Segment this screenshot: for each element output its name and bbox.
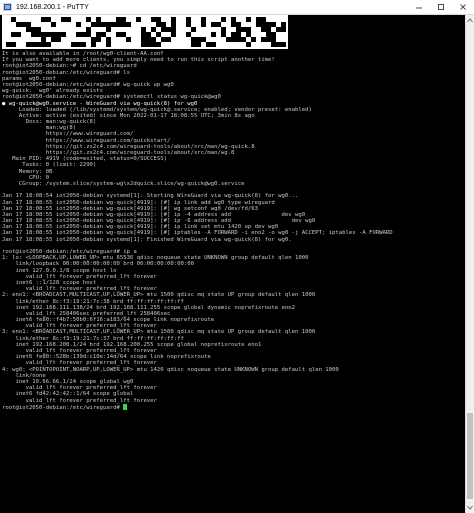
terminal-line-text: If you want to add more clients, you sim… bbox=[2, 57, 275, 64]
terminal-line-text: CGroup: /system.slice/system-wg\x2dquick… bbox=[2, 180, 245, 187]
maximize-icon bbox=[438, 4, 444, 10]
terminal-line-text: root@iot2050-debian:/etc/wireguard# bbox=[2, 404, 124, 411]
minimize-icon bbox=[416, 7, 422, 9]
scroll-down-button[interactable] bbox=[466, 503, 474, 512]
terminal-line-text: valid_lft 258406sec preferred_lft 258406… bbox=[2, 310, 171, 317]
maximize-button[interactable] bbox=[430, 0, 452, 14]
terminal-line-text: valid_lft forever preferred_lft forever bbox=[2, 286, 157, 293]
terminal-line-text: valid_lft forever preferred_lft forever bbox=[2, 397, 157, 404]
terminal-line-text: root@iot2050-debian:/etc/wireguard# ip a bbox=[2, 249, 137, 255]
terminal-line-text: Jan 17 18:08:55 iot2050-debian wg-quick[… bbox=[2, 199, 275, 206]
terminal-line-text: https://www.wireguard.com/quickstart/ bbox=[2, 137, 171, 144]
terminal-line-text: inet6 fe80::f4b7:50b0:6f16:a183/64 scope… bbox=[2, 317, 215, 324]
terminal-line-text: inet 192.168.111.138/24 brd 192.168.111.… bbox=[2, 304, 295, 311]
terminal-line-text: 4: wg0: <POINTOPOINT,NOARP,UP,LOWER_UP> … bbox=[2, 366, 339, 373]
scroll-up-button[interactable] bbox=[466, 16, 474, 25]
terminal-line-text: Main PID: 4919 (code=exited, status=0/SU… bbox=[2, 156, 168, 163]
terminal-line-text: Jan 17 18:08:55 iot2050-debian wg-quick[… bbox=[2, 218, 316, 225]
terminal-line-text: link/ether 8c:f3:19:21:7c:38 brd ff:ff:f… bbox=[2, 298, 184, 305]
vertical-scrollbar[interactable] bbox=[465, 15, 474, 513]
terminal-line-text: valid_lft forever preferred_lft forever bbox=[2, 273, 157, 280]
terminal-line-text: Jan 17 18:08:55 iot2050-debian wg-quick[… bbox=[2, 230, 393, 237]
terminal-line-text: Jan 17 18:08:55 iot2050-debian systemd[1… bbox=[2, 236, 292, 243]
terminal-line-text: Jan 17 18:08:54 iot2050-debian systemd[1… bbox=[2, 193, 299, 200]
terminal-line-text: Loaded: loaded (/lib/systemd/system/wg-q… bbox=[2, 106, 312, 113]
terminal-line-text: link/ether 8c:f3:19:21:7c:37 brd ff:ff:f… bbox=[2, 335, 184, 342]
terminal-line-text: inet 127.0.0.1/8 scope host lo bbox=[2, 267, 117, 274]
putty-app-icon[interactable] bbox=[3, 3, 12, 11]
qr-code-image bbox=[2, 15, 288, 49]
terminal-line-text: root@iot2050-debian:/etc/wireguard# wg-q… bbox=[2, 81, 174, 88]
terminal-output: It is also available in /root/wg0-client… bbox=[2, 51, 465, 411]
terminal-line-text: wg-quick: `wg0' already exists bbox=[2, 88, 104, 95]
terminal-line-text: 3: eno1: <BROADCAST,MULTICAST,UP,LOWER_U… bbox=[2, 329, 316, 336]
terminal-line-text: Active: active (exited) since Mon 2022-0… bbox=[2, 112, 255, 119]
terminal-line-text: inet6 fe80::528b:139d:c10e:14d/64 scope … bbox=[2, 354, 211, 361]
terminal-line-text: Jan 17 18:08:55 iot2050-debian wg-quick[… bbox=[2, 205, 258, 212]
terminal-line-text: inet 10.66.66.1/24 scope global wg0 bbox=[2, 378, 134, 385]
terminal-line-text: root@iot2050-debian:~# cd /etc/wireguard bbox=[2, 63, 137, 70]
terminal-line-text: 2: eno1: <BROADCAST,MULTICAST,UP,LOWER_U… bbox=[2, 292, 316, 299]
terminal-line-text: inet6 fd42:42:42::1/64 scope global bbox=[2, 391, 134, 398]
terminal-line-text: inet6 ::1/128 scope host bbox=[2, 279, 97, 286]
terminal-line-text: valid_lft forever preferred_lft forever bbox=[2, 348, 157, 354]
terminal-line-text: Tasks: 0 (limit: 2290) bbox=[2, 162, 97, 169]
terminal-line-text: https://git.zx2c4.com/wireguard-tools/ab… bbox=[2, 143, 255, 150]
title-bar[interactable]: 192.168.200.1 - PuTTY bbox=[0, 0, 474, 15]
terminal-line-text: ● wg-quick@wg0.service - WireGuard via w… bbox=[2, 100, 198, 107]
terminal-line-text: Memory: 0B bbox=[2, 168, 53, 175]
terminal-line-text: link/loopback 00:00:00:00:00:00 brd 00:0… bbox=[2, 261, 194, 268]
scroll-up-icon bbox=[467, 18, 473, 23]
terminal-line-text: valid_lft forever preferred_lft forever bbox=[2, 323, 157, 330]
terminal-line-text: root@iot2050-debian:/etc/wireguard# ls bbox=[2, 69, 130, 76]
terminal-line: root@iot2050-debian:/etc/wireguard# bbox=[2, 403, 465, 411]
terminal-line-text: inet 192.168.200.1/24 brd 192.168.200.25… bbox=[2, 341, 262, 348]
terminal-line-text: valid_lft forever preferred_lft forever bbox=[2, 385, 157, 392]
putty-window: 192.168.200.1 - PuTTY It is also availab… bbox=[0, 0, 474, 513]
terminal-cursor bbox=[123, 403, 128, 410]
terminal-line-text: https://www.wireguard.com/ bbox=[2, 131, 134, 138]
close-button[interactable] bbox=[452, 0, 474, 14]
terminal-line-text: root@iot2050-debian:/etc/wireguard# syst… bbox=[2, 94, 221, 101]
terminal-line-text: valid_lft forever preferred_lft forever bbox=[2, 360, 157, 367]
terminal-line-text: 1: lo: <LOOPBACK,UP,LOWER_UP> mtu 65536 … bbox=[2, 255, 309, 262]
terminal-line-text: Jan 17 18:08:55 iot2050-debian wg-quick[… bbox=[2, 211, 306, 218]
terminal-line-text: link/none bbox=[2, 372, 46, 379]
minimize-button[interactable] bbox=[408, 0, 430, 14]
scroll-down-icon bbox=[467, 505, 473, 510]
terminal-line-text: It is also available in /root/wg0-client… bbox=[2, 51, 164, 57]
close-icon bbox=[460, 4, 466, 10]
terminal-line-text: man:wg(8) bbox=[2, 125, 77, 132]
terminal-line-text: CPU: 0 bbox=[2, 174, 50, 181]
window-title: 192.168.200.1 - PuTTY bbox=[16, 3, 89, 11]
terminal-area[interactable]: It is also available in /root/wg0-client… bbox=[0, 15, 465, 513]
terminal-line-text: params wg0.conf bbox=[2, 75, 56, 82]
scroll-thumb[interactable] bbox=[467, 413, 473, 499]
terminal-line-text: https://git.zx2c4.com/wireguard-tools/ab… bbox=[2, 150, 235, 156]
terminal-line-text: Jan 17 18:08:55 iot2050-debian wg-quick[… bbox=[2, 224, 279, 231]
terminal-line-text: Docs: man:wg-quick(8) bbox=[2, 119, 97, 126]
